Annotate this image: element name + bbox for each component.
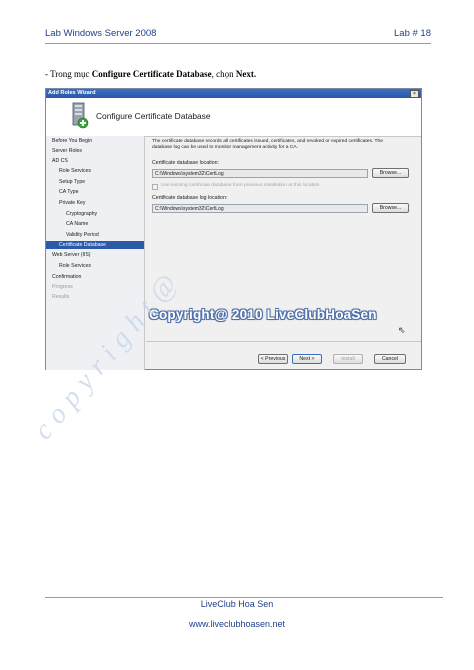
nav-item-validity-period[interactable]: Validity Period	[66, 231, 99, 239]
next-button[interactable]: Next >	[292, 354, 322, 364]
nav-item-ad-cs[interactable]: AD CS	[52, 157, 68, 165]
nav-item-before-you-begin[interactable]: Before You Begin	[52, 137, 92, 145]
mouse-cursor-icon: ⇖	[398, 325, 406, 335]
db-location-label: Certificate database location:	[152, 160, 219, 166]
nav-item-ca-type[interactable]: CA Type	[59, 188, 79, 196]
page-description: The certificate database records all cer…	[152, 139, 383, 151]
page-header: Lab Windows Server 2008 Lab # 18	[45, 28, 431, 42]
header-title: Lab Windows Server 2008	[45, 28, 157, 39]
window-title: Add Roles Wizard	[48, 90, 96, 96]
nav-item-setup-type[interactable]: Setup Type	[59, 178, 85, 186]
page-title: Configure Certificate Database	[96, 111, 211, 121]
header-lab-number: Lab # 18	[394, 28, 431, 39]
wizard-button-bar: < Previous Next > Install Cancel	[146, 341, 421, 371]
close-icon[interactable]: ×	[410, 90, 419, 98]
db-location-field[interactable]: C:\Windows\system32\CertLog	[152, 169, 368, 178]
footer-divider	[45, 597, 443, 598]
nav-item-ca-name[interactable]: CA Name	[66, 220, 88, 228]
header-divider	[45, 43, 431, 44]
nav-item-private-key[interactable]: Private Key	[59, 199, 86, 207]
install-button: Install	[333, 354, 363, 364]
browse-db-button[interactable]: Browse...	[372, 168, 409, 178]
wizard-banner: Configure Certificate Database	[46, 98, 421, 137]
instruction-middle: , chọn	[211, 69, 236, 79]
nav-item-iis-role-services[interactable]: Role Services	[59, 262, 91, 270]
nav-item-progress: Progress	[52, 284, 73, 290]
cancel-button[interactable]: Cancel	[374, 354, 406, 364]
instruction-text: - Trong mục Configure Certificate Databa…	[45, 69, 256, 79]
nav-item-cryptography[interactable]: Cryptography	[66, 210, 97, 218]
window-titlebar[interactable]: Add Roles Wizard ×	[46, 89, 421, 98]
instruction-prefix: - Trong mục	[45, 69, 92, 79]
nav-item-results: Results	[52, 294, 70, 300]
wizard-window: Add Roles Wizard × Configure Certificate…	[45, 88, 422, 370]
nav-item-server-roles[interactable]: Server Roles	[52, 147, 82, 155]
use-existing-db-checkbox[interactable]	[152, 184, 158, 190]
server-certificate-icon	[72, 102, 89, 129]
footer-organization: LiveClub Hoa Sen	[200, 599, 274, 609]
log-location-label: Certificate database log location:	[152, 195, 228, 201]
log-location-field[interactable]: C:\Windows\system32\CertLog	[152, 204, 368, 213]
nav-item-role-services[interactable]: Role Services	[59, 167, 91, 175]
instruction-bold-next: Next.	[235, 69, 257, 79]
browse-log-button[interactable]: Browse...	[372, 203, 409, 213]
nav-item-web-server-iis[interactable]: Web Server (IIS)	[52, 251, 91, 259]
instruction-bold-page: Configure Certificate Database	[91, 69, 212, 79]
footer-website: www.liveclubhoasen.net	[188, 619, 286, 629]
nav-item-confirmation[interactable]: Confirmation	[52, 273, 81, 281]
nav-item-certificate-database[interactable]: Certificate Database	[46, 241, 144, 249]
previous-button[interactable]: < Previous	[258, 354, 288, 364]
copyright-watermark: Copyright@ 2010 LiveClubHoaSen	[149, 307, 377, 322]
use-existing-db-label: Use existing certificate database from p…	[161, 183, 320, 188]
